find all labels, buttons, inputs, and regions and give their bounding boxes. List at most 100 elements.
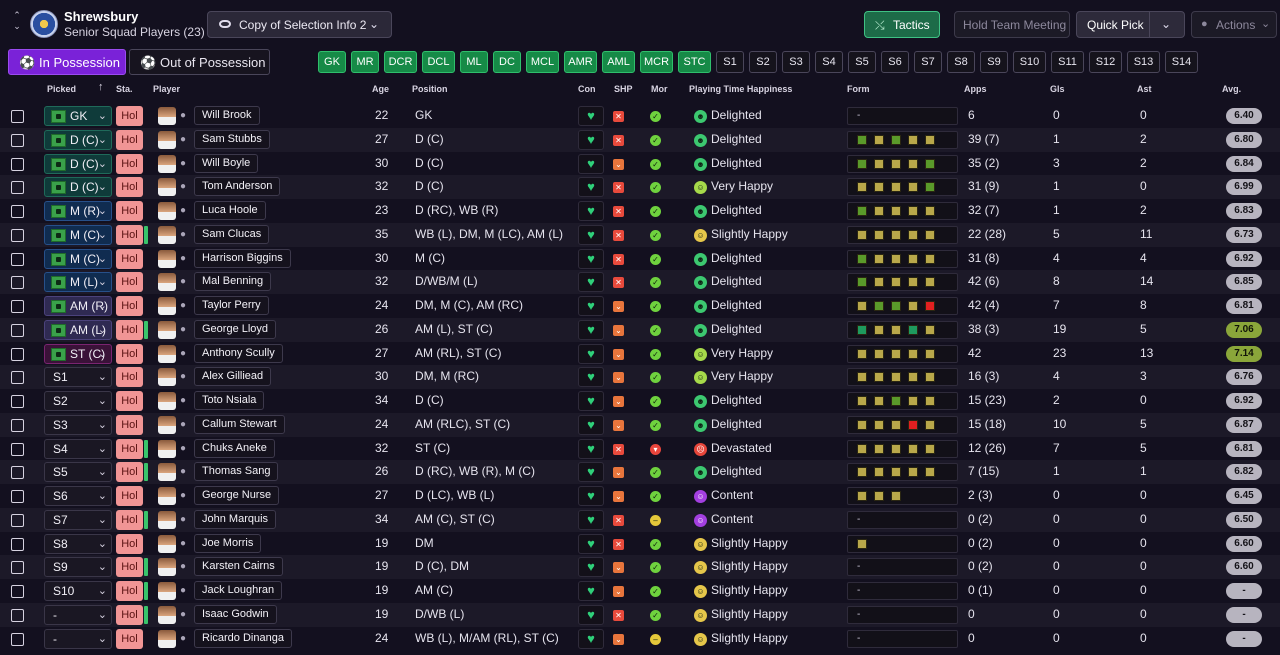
picked-position-select[interactable]: - ⌄ xyxy=(44,628,112,649)
column-header-position[interactable]: Position xyxy=(412,84,448,94)
position-chip-s5[interactable]: S5 xyxy=(848,51,876,73)
row-checkbox[interactable] xyxy=(11,371,24,385)
status-badge[interactable]: Hol xyxy=(116,604,143,625)
picked-position-select[interactable]: M (R) ⌄ xyxy=(44,201,112,221)
status-badge[interactable]: Hol xyxy=(116,106,143,126)
condition-heart-icon[interactable]: ♥ xyxy=(578,486,604,506)
form-strip[interactable] xyxy=(847,225,958,244)
condition-heart-icon[interactable]: ♥ xyxy=(578,391,604,411)
status-badge[interactable]: Hol xyxy=(116,628,143,649)
condition-heart-icon[interactable]: ♥ xyxy=(578,628,604,649)
form-strip[interactable] xyxy=(847,487,958,505)
player-name[interactable]: Tom Anderson xyxy=(194,177,281,197)
condition-heart-icon[interactable]: ♥ xyxy=(578,319,604,340)
player-name[interactable]: Toto Nsiala xyxy=(194,391,265,410)
row-checkbox[interactable] xyxy=(11,537,24,551)
form-strip[interactable]: - xyxy=(847,582,958,600)
row-checkbox[interactable] xyxy=(11,608,24,622)
position-chip-s6[interactable]: S6 xyxy=(881,51,909,73)
picked-position-select[interactable]: S8 ⌄ xyxy=(44,533,112,554)
status-badge[interactable]: Hol xyxy=(116,438,143,459)
form-strip[interactable]: - xyxy=(847,605,958,624)
player-name[interactable]: Anthony Scully xyxy=(194,343,283,363)
column-header-ast[interactable]: Ast xyxy=(1137,84,1152,94)
condition-heart-icon[interactable]: ♥ xyxy=(578,533,604,554)
form-strip[interactable] xyxy=(847,154,958,173)
picked-position-select[interactable]: M (L) ⌄ xyxy=(44,272,112,293)
table-row[interactable]: D (C) ⌄ Hol ● Tom Anderson 32 D (C) ♥ ✕ ✓ ☺ Very Ha… xyxy=(0,175,1280,199)
column-header-picked[interactable]: Picked xyxy=(47,84,76,94)
column-header-shp[interactable]: SHP xyxy=(614,84,633,94)
picked-position-select[interactable]: S3 ⌄ xyxy=(44,414,112,435)
condition-heart-icon[interactable]: ♥ xyxy=(578,129,604,150)
row-checkbox[interactable] xyxy=(11,252,24,266)
row-checkbox[interactable] xyxy=(11,228,24,242)
table-row[interactable]: S1 ⌄ Hol ● Alex Gilliead 30 DM, M (RC) ♥ ⌄ ✓ ☺ Very… xyxy=(0,365,1280,389)
form-strip[interactable]: - xyxy=(847,510,958,529)
status-badge[interactable]: Hol xyxy=(116,319,143,340)
table-row[interactable]: GK ⌄ Hol ● Will Brook 22 GK ♥ ✕ ✓ ☻ Delighted - 6 0 0 6.… xyxy=(0,104,1280,128)
table-row[interactable]: S6 ⌄ Hol ● George Nurse 27 D (LC), WB (L) ♥ ⌄ ✓ ☺ C… xyxy=(0,484,1280,508)
condition-heart-icon[interactable]: ♥ xyxy=(578,438,604,459)
player-name[interactable]: Will Brook xyxy=(194,106,260,125)
column-header-avg[interactable]: Avg. xyxy=(1222,84,1241,94)
form-strip[interactable] xyxy=(847,249,958,268)
position-chip-dcr[interactable]: DCR xyxy=(384,51,417,73)
position-chip-s4[interactable]: S4 xyxy=(815,51,843,73)
form-strip[interactable] xyxy=(847,202,958,220)
row-checkbox[interactable] xyxy=(11,442,24,456)
row-checkbox[interactable] xyxy=(11,181,24,195)
view-select-dropdown[interactable]: Copy of Selection Info 2 ⌄ xyxy=(207,11,392,38)
player-name[interactable]: Isaac Godwin xyxy=(194,604,277,624)
form-strip[interactable] xyxy=(847,439,958,458)
status-badge[interactable]: Hol xyxy=(116,296,143,316)
column-header-form[interactable]: Form xyxy=(847,84,870,94)
position-chip-mr[interactable]: MR xyxy=(351,51,379,73)
column-header-age[interactable]: Age xyxy=(372,84,389,94)
picked-position-select[interactable]: D (C) ⌄ xyxy=(44,177,112,198)
status-badge[interactable]: Hol xyxy=(116,581,143,601)
status-badge[interactable]: Hol xyxy=(116,343,143,364)
tab-out-of-possession[interactable]: ⚽ Out of Possession xyxy=(129,49,270,75)
condition-heart-icon[interactable]: ♥ xyxy=(578,509,604,530)
row-checkbox[interactable] xyxy=(11,300,24,313)
status-badge[interactable]: Hol xyxy=(116,367,143,388)
player-name[interactable]: Alex Gilliead xyxy=(194,367,272,387)
condition-heart-icon[interactable]: ♥ xyxy=(578,604,604,625)
row-checkbox[interactable] xyxy=(11,513,24,527)
position-chip-amr[interactable]: AMR xyxy=(564,51,597,73)
condition-heart-icon[interactable]: ♥ xyxy=(578,343,604,364)
picked-position-select[interactable]: AM (L) ⌄ xyxy=(44,319,112,340)
form-strip[interactable] xyxy=(847,392,958,410)
status-badge[interactable]: Hol xyxy=(116,509,143,530)
form-strip[interactable] xyxy=(847,534,958,553)
picked-position-select[interactable]: S1 ⌄ xyxy=(44,367,112,388)
player-name[interactable]: Ricardo Dinanga xyxy=(194,628,292,648)
player-name[interactable]: Taylor Perry xyxy=(194,296,269,315)
position-chip-s2[interactable]: S2 xyxy=(749,51,777,73)
position-chip-s8[interactable]: S8 xyxy=(947,51,975,73)
row-checkbox[interactable] xyxy=(11,205,24,218)
player-name[interactable]: Luca Hoole xyxy=(194,201,266,220)
status-badge[interactable]: Hol xyxy=(116,153,143,174)
column-header-sta[interactable]: Sta. xyxy=(116,84,133,94)
position-chip-aml[interactable]: AML xyxy=(602,51,635,73)
table-row[interactable]: AM (L) ⌄ Hol ● George Lloyd 26 AM (L), ST (C) ♥… xyxy=(0,317,1280,342)
table-row[interactable]: S8 ⌄ Hol ● Joe Morris 19 DM ♥ ✕ ✓ ☺ Slightly Happy 0… xyxy=(0,532,1280,556)
table-row[interactable]: AM (R) ⌄ Hol ● Taylor Perry 24 DM, M (C), AM (… xyxy=(0,294,1280,318)
row-checkbox[interactable] xyxy=(11,157,24,171)
table-row[interactable]: M (L) ⌄ Hol ● Mal Benning 32 D/WB/M (L) ♥ ✕ ✓ ☻ Del… xyxy=(0,270,1280,294)
status-badge[interactable]: Hol xyxy=(116,414,143,435)
position-chip-stc[interactable]: STC xyxy=(678,51,711,73)
player-name[interactable]: Thomas Sang xyxy=(194,462,279,482)
position-chip-s9[interactable]: S9 xyxy=(980,51,1008,73)
row-checkbox[interactable] xyxy=(11,276,24,290)
position-chip-s13[interactable]: S13 xyxy=(1127,51,1160,73)
column-header-apps[interactable]: Apps xyxy=(964,84,987,94)
position-chip-s12[interactable]: S12 xyxy=(1089,51,1122,73)
row-checkbox[interactable] xyxy=(11,632,24,646)
status-badge[interactable]: Hol xyxy=(116,224,143,245)
player-name[interactable]: George Nurse xyxy=(194,486,280,505)
picked-position-select[interactable]: GK ⌄ xyxy=(44,106,112,126)
row-checkbox[interactable] xyxy=(11,490,24,503)
